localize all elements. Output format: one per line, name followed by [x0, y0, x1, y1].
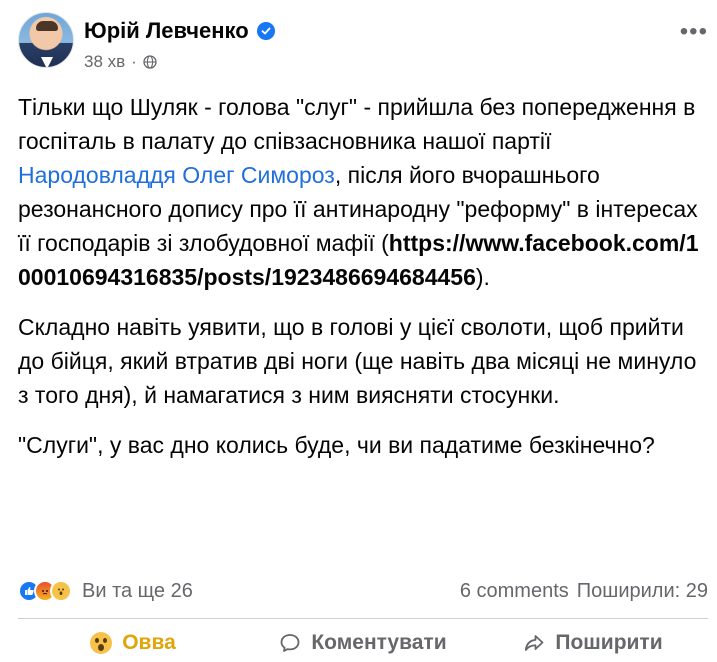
share-label: Поширити — [555, 631, 663, 654]
share-icon — [525, 635, 544, 651]
avatar-shirt — [41, 57, 53, 67]
engagement-counts: 6 comments Поширили: 29 — [460, 580, 708, 603]
author-avatar[interactable] — [18, 12, 74, 68]
mention-link[interactable]: Народовладдя Олег Симороз — [18, 162, 335, 188]
verified-badge-icon — [256, 22, 275, 40]
globe-icon[interactable] — [143, 55, 157, 69]
react-button[interactable]: Овва — [18, 624, 248, 662]
comments-count[interactable]: 6 comments — [460, 580, 569, 603]
post-header: Юрій Левченко 38 хв · ••• — [18, 12, 708, 74]
wow-reaction-icon — [90, 632, 113, 654]
more-options-icon[interactable]: ••• — [680, 20, 708, 44]
meta-separator: · — [131, 52, 137, 71]
comment-button[interactable]: Коментувати — [248, 624, 478, 662]
author-name[interactable]: Юрій Левченко — [84, 18, 249, 44]
actions-divider — [18, 618, 708, 619]
avatar-hair — [36, 21, 58, 31]
comment-label: Коментувати — [311, 631, 447, 654]
react-label: Овва — [122, 631, 176, 654]
shares-count[interactable]: Поширили: 29 — [577, 580, 708, 603]
comment-icon — [280, 634, 300, 652]
reaction-icons[interactable] — [18, 580, 72, 602]
post-meta: 38 хв · — [84, 52, 157, 72]
p1-text-c: ). — [475, 264, 490, 290]
wow-icon — [50, 580, 72, 602]
paragraph-2: Складно навіть уявити, що в голові у ціє… — [18, 314, 697, 408]
post-body: Тільки що Шуляк - голова "слуг" - прийшл… — [18, 90, 708, 478]
author-name-row: Юрій Левченко — [84, 18, 275, 44]
post-timestamp[interactable]: 38 хв — [84, 52, 125, 72]
reactions-summary: Ви та ще 26 6 comments Поширили: 29 — [18, 575, 708, 607]
p1-text-a: Тільки що Шуляк - голова "слуг" - прийшл… — [18, 94, 696, 154]
paragraph-1: Тільки що Шуляк - голова "слуг" - прийшл… — [18, 90, 708, 294]
facebook-post: Юрій Левченко 38 хв · ••• Тільки що Шуля… — [0, 0, 717, 662]
reactions-count[interactable]: Ви та ще 26 — [82, 580, 193, 603]
post-actions: Овва Коментувати Поширити — [18, 624, 708, 662]
share-button[interactable]: Поширити — [478, 624, 708, 662]
paragraph-3: "Слуги", у вас дно колись буде, чи ви па… — [18, 432, 655, 458]
